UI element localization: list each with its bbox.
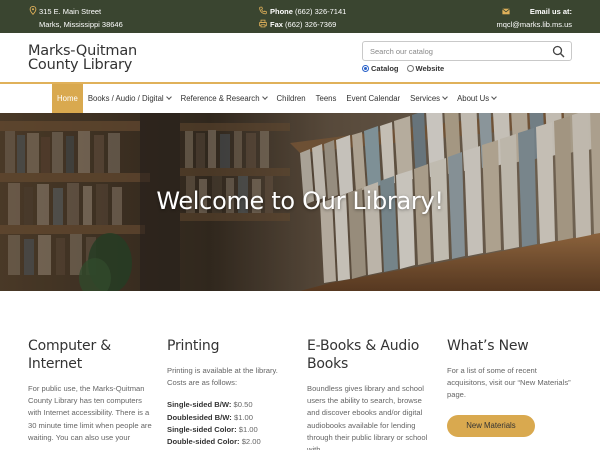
price-label: Single-sided B/W: [167, 400, 232, 410]
radio-catalog[interactable] [362, 65, 369, 72]
computer-internet-section: Computer & Internet For public use, the … [28, 337, 156, 444]
nav-about-label: About Us [457, 94, 490, 103]
catalog-search-box [362, 41, 572, 61]
printing-title: Printing [167, 338, 220, 354]
printing-price-list: Single-sided B/W: $0.50 Doublesided B/W:… [167, 399, 295, 448]
price-row: Single-sided Color: $1.00 [167, 424, 295, 436]
nav-home-label: Home [57, 94, 78, 103]
whats-new-text: For a list of some of recent acquisitons… [447, 366, 571, 400]
radio-website-label: Website [415, 64, 445, 73]
address-line-1: 315 E. Main Street [39, 7, 102, 16]
email-block: Email us at: mqcl@marks.lib.ms.us [496, 5, 572, 31]
fax-number: (662) 326-7369 [285, 20, 337, 29]
nav-teens-label: Teens [315, 94, 337, 103]
chevron-down-icon [165, 94, 172, 100]
top-info-bar: 315 E. Main Street Marks, Mississippi 38… [0, 0, 600, 33]
nav-event-calendar[interactable]: Event Calendar [341, 84, 405, 113]
nav-children-label: Children [276, 94, 306, 103]
nav-about-us[interactable]: About Us [452, 84, 501, 113]
fax-icon [259, 19, 267, 28]
address-block: 315 E. Main Street Marks, Mississippi 38… [29, 5, 123, 31]
phone-fax-block: Phone (662) 326-7141 Fax (662) 326-7369 [259, 5, 346, 31]
search-scope-radios: Catalog Website [362, 64, 452, 73]
search-icon[interactable] [552, 45, 565, 58]
nav-books-label: Books / Audio / Digital [87, 94, 164, 103]
printing-text: Printing is available at the library. Co… [167, 366, 278, 388]
email-link[interactable]: mqcl@marks.lib.ms.us [496, 18, 572, 31]
price-label: Doublesided B/W: [167, 412, 232, 422]
address-line-2: Marks, Mississippi 38646 [39, 20, 123, 29]
nav-books-audio-digital[interactable]: Books / Audio / Digital [83, 84, 176, 113]
price-value: $2.00 [241, 437, 261, 447]
computer-internet-text: For public use, the Marks-Quitman County… [28, 384, 152, 442]
phone-label: Phone [270, 7, 293, 16]
envelope-icon [502, 8, 510, 15]
fax-label: Fax [270, 20, 283, 29]
nav-home[interactable]: Home [52, 84, 83, 113]
nav-services-label: Services [410, 94, 441, 103]
price-label: Double-sided Color: [167, 437, 240, 447]
nav-children[interactable]: Children [272, 84, 311, 113]
nav-reference-research[interactable]: Reference & Research [176, 84, 272, 113]
hero-banner: Welcome to Our Library! [0, 113, 600, 291]
ebooks-title: E-Books & Audio Books [307, 338, 420, 372]
price-row: Single-sided B/W: $0.50 [167, 399, 295, 411]
price-value: $0.50 [233, 400, 253, 410]
map-pin-icon [29, 6, 37, 15]
price-row: Doublesided B/W: $1.00 [167, 412, 295, 424]
chevron-down-icon [442, 94, 448, 100]
price-row: Double-sided Color: $2.00 [167, 436, 295, 448]
phone-icon [259, 6, 267, 15]
printing-section: Printing Printing is available at the li… [167, 337, 295, 448]
radio-catalog-label: Catalog [371, 64, 399, 73]
nav-teens[interactable]: Teens [311, 84, 342, 113]
price-value: $1.00 [238, 424, 258, 434]
site-logo-title[interactable]: Marks-Quitman County Library [28, 43, 137, 73]
new-materials-button[interactable]: New Materials [447, 415, 535, 437]
whats-new-section: What’s New For a list of some of recent … [447, 337, 575, 437]
phone-number[interactable]: (662) 326-7141 [295, 7, 346, 16]
site-header: Marks-Quitman County Library Catalog Web… [0, 33, 600, 82]
computer-internet-title: Computer & Internet [28, 338, 111, 372]
ebooks-audiobooks-section: E-Books & Audio Books Boundless gives li… [307, 337, 435, 450]
nav-services[interactable]: Services [405, 84, 452, 113]
whats-new-title: What’s New [447, 338, 529, 354]
radio-website[interactable] [406, 65, 414, 72]
chevron-down-icon [491, 94, 497, 100]
nav-reference-label: Reference & Research [180, 94, 260, 103]
price-label: Single-sided Color: [167, 424, 237, 434]
search-input[interactable] [370, 45, 540, 58]
ebooks-text: Boundless gives library and school users… [307, 384, 428, 450]
main-nav: Home Books / Audio / Digital Reference &… [0, 82, 600, 113]
nav-event-calendar-label: Event Calendar [346, 94, 401, 103]
chevron-down-icon [261, 94, 268, 100]
site-title-line-1: Marks-Quitman [28, 43, 137, 59]
price-value: $1.00 [233, 412, 253, 422]
hero-title: Welcome to Our Library! [156, 187, 444, 215]
site-title-line-2: County Library [28, 57, 133, 73]
